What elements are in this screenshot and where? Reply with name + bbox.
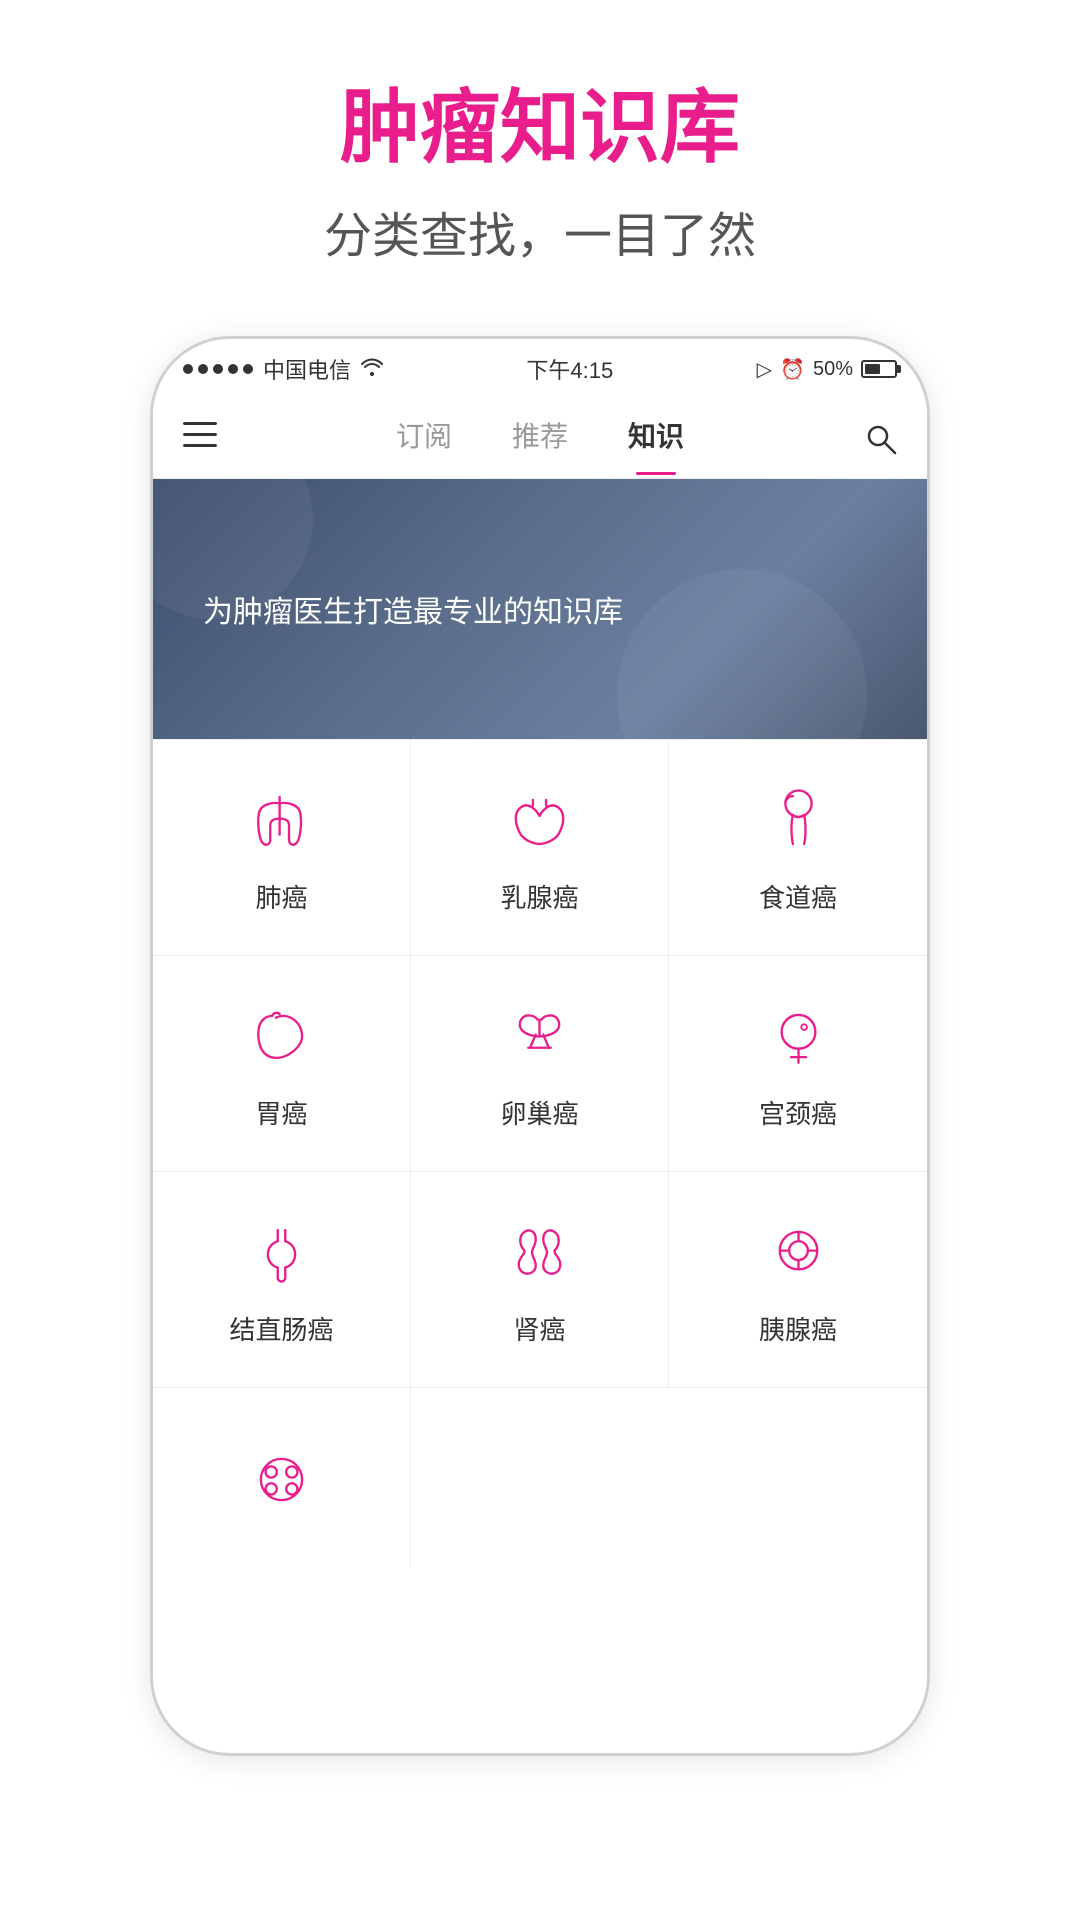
cervix-label: 宫颈癌 (759, 1094, 837, 1131)
breast-label: 乳腺癌 (500, 878, 578, 915)
other-icon (242, 1439, 322, 1519)
cancer-cell-other[interactable] (153, 1388, 411, 1568)
cancer-cell-breast[interactable]: 乳腺癌 (411, 740, 669, 956)
cancer-grid: 肺癌 乳腺癌 (153, 739, 927, 1388)
page-title: 肿瘤知识库 (0, 80, 1080, 176)
location-icon: ▷ (757, 357, 772, 382)
kidney-label: 肾癌 (513, 1310, 565, 1347)
cancer-cell-pancreas[interactable]: 胰腺癌 (669, 1172, 927, 1388)
stomach-icon (242, 996, 322, 1076)
battery-icon (861, 360, 897, 378)
nav-bar: 订阅 推荐 知识 (153, 399, 927, 479)
tab-recommend[interactable]: 推荐 (512, 415, 568, 463)
esophagus-label: 食道癌 (759, 878, 837, 915)
phone-wrapper: 中国电信 下午4:15 ▷ ⏰ 50% (0, 336, 1080, 1756)
partial-row (153, 1388, 927, 1568)
colorectal-icon (242, 1212, 322, 1292)
search-icon[interactable] (837, 423, 897, 455)
page-header: 肿瘤知识库 分类查找，一目了然 (0, 0, 1080, 306)
stomach-label: 胃癌 (255, 1094, 307, 1131)
cervix-icon (758, 996, 838, 1076)
esophagus-icon (758, 780, 838, 860)
ovary-icon (500, 996, 580, 1076)
banner: 为肿瘤医生打造最专业的知识库 (153, 479, 927, 739)
signal-dot-3 (213, 364, 223, 374)
cancer-cell-esophagus[interactable]: 食道癌 (669, 740, 927, 956)
lung-icon (242, 780, 322, 860)
nav-tabs: 订阅 推荐 知识 (243, 415, 837, 463)
signal-dot-2 (198, 364, 208, 374)
cancer-cell-ovary[interactable]: 卵巢癌 (411, 956, 669, 1172)
cancer-cell-colorectal[interactable]: 结直肠癌 (153, 1172, 411, 1388)
signal-dot-1 (183, 364, 193, 374)
pancreas-icon (758, 1212, 838, 1292)
alarm-icon: ⏰ (780, 357, 805, 382)
cancer-cell-cervix[interactable]: 宫颈癌 (669, 956, 927, 1172)
phone-frame: 中国电信 下午4:15 ▷ ⏰ 50% (150, 336, 930, 1756)
cancer-cell-kidney[interactable]: 肾癌 (411, 1172, 669, 1388)
battery-percent: 50% (813, 358, 853, 381)
banner-text: 为肿瘤医生打造最专业的知识库 (203, 587, 623, 631)
status-time: 下午4:15 (526, 353, 613, 385)
kidney-icon (500, 1212, 580, 1292)
wifi-icon (361, 356, 383, 382)
signal-dot-5 (243, 364, 253, 374)
tab-knowledge[interactable]: 知识 (628, 415, 684, 463)
status-bar: 中国电信 下午4:15 ▷ ⏰ 50% (153, 339, 927, 399)
tab-subscribe[interactable]: 订阅 (396, 415, 452, 463)
menu-icon[interactable] (183, 422, 243, 455)
cancer-cell-lung[interactable]: 肺癌 (153, 740, 411, 956)
page-subtitle: 分类查找，一目了然 (0, 196, 1080, 266)
breast-icon (500, 780, 580, 860)
colorectal-label: 结直肠癌 (229, 1310, 333, 1347)
ovary-label: 卵巢癌 (500, 1094, 578, 1131)
carrier-label: 中国电信 (263, 353, 351, 385)
pancreas-label: 胰腺癌 (759, 1310, 837, 1347)
cancer-cell-stomach[interactable]: 胃癌 (153, 956, 411, 1172)
signal-dot-4 (228, 364, 238, 374)
lung-label: 肺癌 (255, 878, 307, 915)
